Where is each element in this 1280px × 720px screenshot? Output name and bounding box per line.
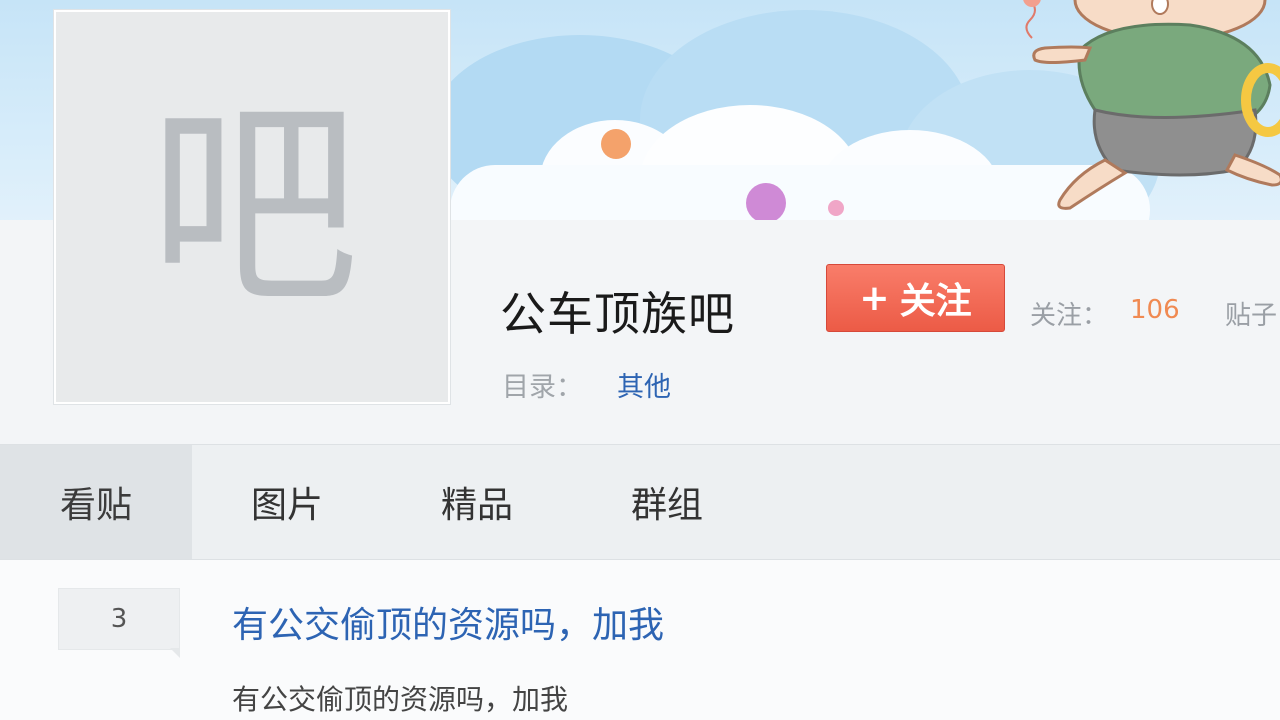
tab-featured[interactable]: 精品 [382, 445, 572, 559]
follow-button-label: 关注 [899, 281, 972, 322]
mascot-illustration [1023, 0, 1280, 210]
post-count-label: 贴子 [1225, 301, 1278, 331]
banner-dot [746, 183, 786, 223]
tab-posts[interactable]: 看贴 [0, 445, 192, 559]
forum-title: 公车顶族吧 [500, 287, 735, 341]
forum-page: 吧 公车顶族吧 + 关注 关注： 106 贴子 目录： 其他 看贴 图片 精品 … [0, 0, 1280, 720]
banner-dot [601, 129, 631, 159]
plus-icon: + [859, 277, 890, 319]
post-snippet: 有公交偷顶的资源吗，加我 [232, 683, 569, 716]
forum-avatar: 吧 [54, 10, 450, 404]
forum-tabs: 看贴 图片 精品 群组 [0, 444, 1280, 560]
post-list: 3 有公交偷顶的资源吗，加我 有公交偷顶的资源吗，加我 [0, 560, 1280, 720]
catalog-link[interactable]: 其他 [617, 365, 671, 404]
catalog-label: 目录： [502, 372, 583, 403]
tab-groups[interactable]: 群组 [572, 445, 762, 559]
follow-count-label: 关注： [1030, 301, 1109, 331]
post-title-link[interactable]: 有公交偷顶的资源吗，加我 [232, 596, 664, 648]
reply-count-badge-tail [170, 648, 180, 658]
follow-button[interactable]: + 关注 [826, 264, 1005, 332]
avatar-placeholder-glyph: 吧 [148, 77, 359, 336]
tab-images[interactable]: 图片 [192, 445, 382, 559]
follow-count-value: 106 [1130, 295, 1180, 325]
reply-count-badge: 3 [58, 588, 180, 650]
banner-dot [828, 200, 844, 216]
